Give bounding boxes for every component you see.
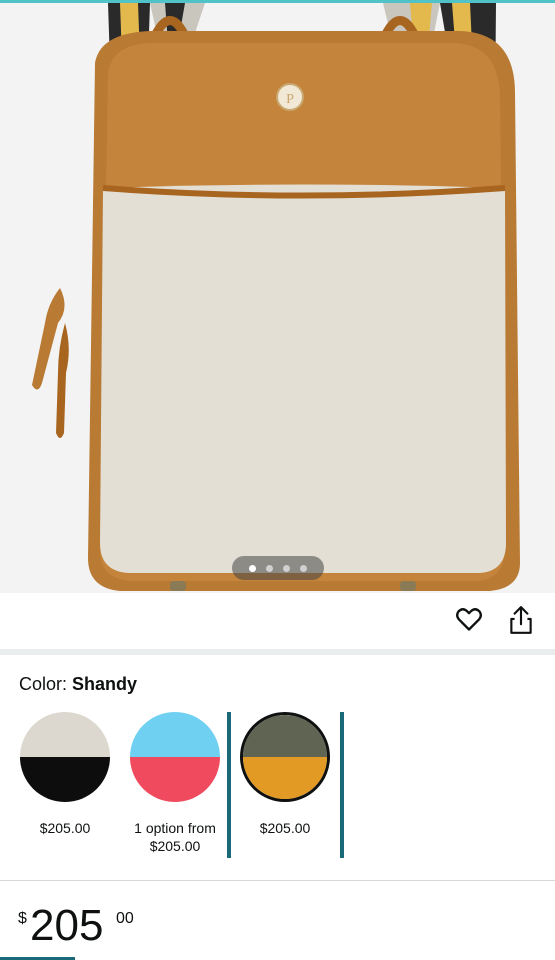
heart-icon[interactable] (455, 605, 483, 633)
swatch-top (130, 712, 220, 757)
swatch-3-price: $205.00 (230, 819, 340, 837)
swatch-1-price: $205.00 (10, 819, 120, 837)
price-whole: 205 (30, 901, 104, 950)
color-label-prefix: Color: (19, 674, 68, 694)
swatch-2-price-line2: $205.00 (149, 838, 201, 854)
swatch-1-price-line1: $205.00 (39, 820, 91, 836)
swatch-2-price: 1 option from $205.00 (120, 819, 230, 855)
color-swatch-1[interactable] (20, 712, 110, 802)
color-label: Color: Shandy (19, 674, 137, 695)
section-divider (0, 880, 555, 881)
color-swatch-2[interactable] (130, 712, 220, 802)
pager-dot[interactable] (266, 564, 273, 572)
swatch-top (243, 715, 327, 757)
backpack-illustration: P (32, 3, 520, 591)
share-icon[interactable] (508, 605, 534, 635)
price-fraction: 00 (116, 910, 134, 927)
svg-text:P: P (286, 92, 294, 107)
pager-dot[interactable] (300, 564, 307, 572)
product-image[interactable]: P (0, 3, 555, 593)
pager-dot[interactable] (249, 564, 256, 572)
swatch-3-price-line1: $205.00 (259, 820, 311, 836)
swatch-2-price-line1: 1 option from (134, 820, 216, 836)
swatch-bottom (243, 757, 327, 799)
selected-swatch-border-right (340, 712, 344, 858)
swatch-bottom (20, 757, 110, 802)
swatch-bottom (130, 757, 220, 802)
swatch-top (20, 712, 110, 757)
section-divider (0, 649, 555, 655)
selected-color-name: Shandy (72, 674, 138, 694)
color-swatch-3[interactable] (240, 712, 330, 802)
image-pager[interactable] (232, 556, 324, 580)
price-currency: $ (18, 910, 27, 927)
pager-dot[interactable] (283, 564, 290, 572)
